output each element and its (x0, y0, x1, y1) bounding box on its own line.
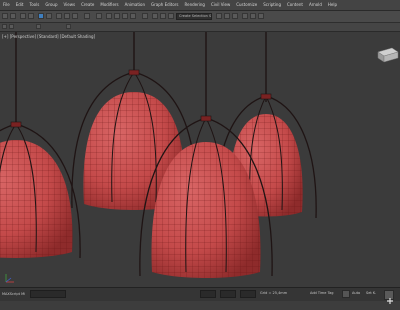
select-by-name-icon[interactable] (46, 13, 52, 19)
ribbon-toggle-icon[interactable] (2, 24, 7, 29)
pendant-lamp[interactable] (0, 32, 81, 259)
auto-key-button[interactable]: Auto (352, 291, 360, 295)
menu-item-edit[interactable]: Edit (13, 0, 27, 10)
undo-icon[interactable] (2, 13, 8, 19)
status-bar: MAXScript Mi Grid = 25,4mm Add Time Tag … (0, 287, 400, 304)
coord-z-field[interactable] (240, 290, 256, 298)
menu-item-group[interactable]: Group (42, 0, 60, 10)
viewport-label[interactable]: [+] [Perspective] [Standard] [Default Sh… (2, 34, 95, 39)
set-key-button[interactable]: Set K. (366, 291, 376, 295)
menu-item-animation[interactable]: Animation (122, 0, 148, 10)
set-keys-plus-icon[interactable] (384, 290, 394, 304)
select-scale-icon[interactable] (72, 13, 78, 19)
layer-explorer-icon[interactable] (168, 13, 174, 19)
mirror-icon[interactable] (152, 13, 158, 19)
menu-item-rendering[interactable]: Rendering (182, 0, 208, 10)
menu-item-content[interactable]: Content (284, 0, 306, 10)
pivot-center-icon[interactable] (96, 13, 102, 19)
select-object-icon[interactable] (38, 13, 44, 19)
selection-set-dropdown[interactable]: Create Selection Se (176, 13, 212, 20)
menu-item-modifiers[interactable]: Modifiers (97, 0, 121, 10)
link-icon[interactable] (20, 13, 26, 19)
axis-tripod-icon (5, 274, 14, 283)
spinner-snap-icon[interactable] (130, 13, 136, 19)
align-icon[interactable] (160, 13, 166, 19)
render-production-icon[interactable] (258, 13, 264, 19)
curve-editor-icon[interactable] (216, 13, 222, 19)
perspective-viewport[interactable]: [+] [Perspective] [Standard] [Default Sh… (0, 32, 400, 287)
menu-item-arnold[interactable]: Arnold (306, 0, 325, 10)
reference-coordinate-icon[interactable] (84, 13, 90, 19)
menu-item-scripting[interactable]: Scripting (260, 0, 284, 10)
edit-named-selection-icon[interactable] (142, 13, 148, 19)
ribbon-tab-icon[interactable] (9, 24, 14, 29)
unlink-icon[interactable] (28, 13, 34, 19)
main-toolbar: Create Selection Se (0, 11, 400, 23)
ribbon-bar (0, 23, 400, 32)
grid-size-readout: Grid = 25,4mm (260, 291, 288, 295)
viewport-scene[interactable] (0, 32, 400, 287)
schematic-view-icon[interactable] (224, 13, 230, 19)
coord-x-field[interactable] (200, 290, 216, 298)
menu-item-help[interactable]: Help (325, 0, 340, 10)
select-rotate-icon[interactable] (64, 13, 70, 19)
menu-item-civil-view[interactable]: Civil View (208, 0, 233, 10)
angle-snap-icon[interactable] (114, 13, 120, 19)
rendered-frame-window-icon[interactable] (250, 13, 256, 19)
add-time-tag-button[interactable]: Add Time Tag (310, 291, 334, 295)
material-editor-icon[interactable] (232, 13, 238, 19)
maxscript-input[interactable] (30, 290, 66, 298)
menu-bar: File Edit Tools Group Views Create Modifiers An… (0, 0, 400, 11)
key-mode-icon[interactable] (342, 290, 350, 298)
menu-item-file[interactable]: File (0, 0, 13, 10)
render-setup-icon[interactable] (242, 13, 248, 19)
menu-item-tools[interactable]: Tools (26, 0, 42, 10)
select-move-icon[interactable] (56, 13, 62, 19)
percent-snap-icon[interactable] (122, 13, 128, 19)
menu-item-graph-editors[interactable]: Graph Editors (148, 0, 181, 10)
menu-item-create[interactable]: Create (78, 0, 97, 10)
coord-y-field[interactable] (220, 290, 236, 298)
ribbon-panel-icon[interactable] (36, 24, 41, 29)
maxscript-listener-label[interactable]: MAXScript Mi (2, 292, 25, 296)
menu-item-views[interactable]: Views (61, 0, 79, 10)
menu-item-customize[interactable]: Customize (233, 0, 260, 10)
redo-icon[interactable] (10, 13, 16, 19)
ribbon-panel-icon[interactable] (66, 24, 71, 29)
snaps-toggle-icon[interactable] (106, 13, 112, 19)
viewcube-icon[interactable] (377, 47, 399, 63)
